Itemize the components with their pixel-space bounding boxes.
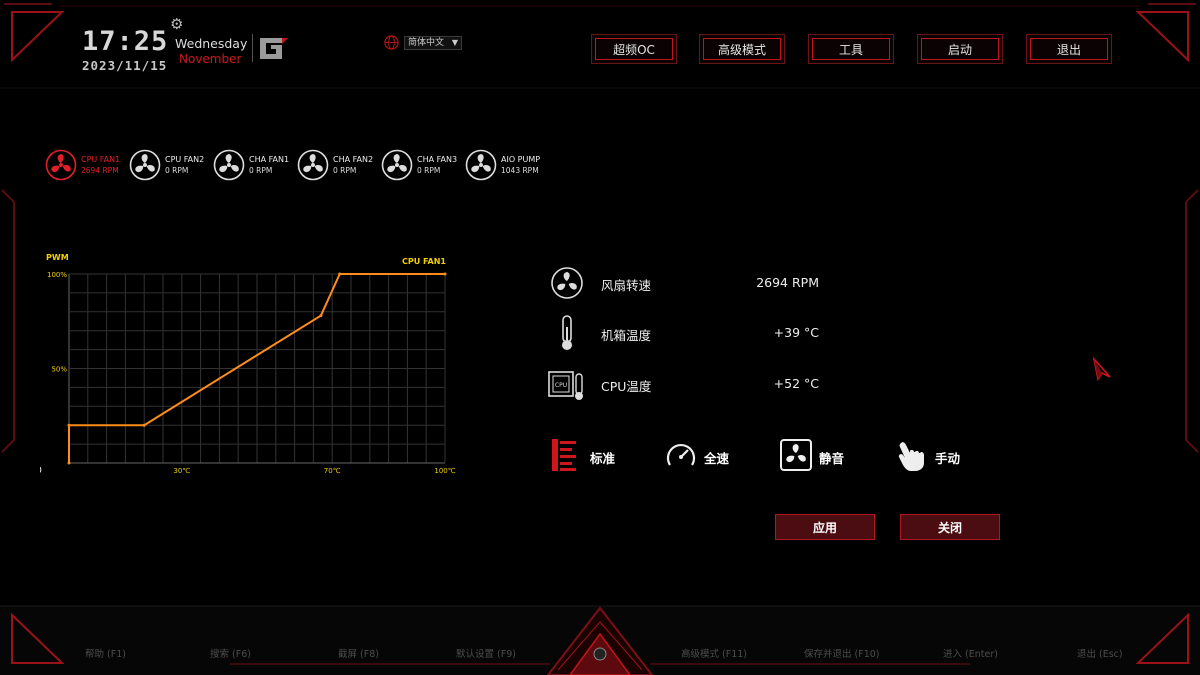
nav-tools-button[interactable]: 工具 (808, 34, 894, 64)
x-tick-label: 30℃ (173, 467, 190, 475)
fan-tab-cha-fan1[interactable]: CHA FAN1 0 RPM (213, 149, 297, 181)
silent-fan-icon (780, 439, 812, 471)
apply-button[interactable]: 应用 (775, 514, 875, 540)
mouse-cursor-icon (1092, 357, 1111, 381)
cpu-temp-icon: CPU (548, 371, 583, 400)
stat-value: +39 °C (773, 325, 819, 340)
stat-value: 2694 RPM (756, 275, 819, 290)
chevron-down-icon: ▼ (451, 37, 458, 47)
fan-curve-point[interactable] (142, 423, 146, 427)
stat-fan-speed: 风扇转速 2694 RPM (545, 263, 835, 303)
fan-name: CHA FAN2 (333, 155, 374, 164)
thermometer-icon (562, 315, 572, 350)
fan-icon (381, 149, 413, 181)
y-tick-label: 100% (47, 271, 67, 279)
fan-curve-point[interactable] (443, 272, 447, 276)
date-display: 2023/11/15 (82, 58, 168, 73)
footer-default-settings[interactable]: 默认设置 (F9) (456, 646, 516, 660)
stat-value: +52 °C (773, 376, 819, 391)
mode-label: 全速 (704, 451, 730, 466)
fan-icon (465, 149, 497, 181)
fan-rpm: 0 RPM (417, 166, 441, 175)
fan-icon (551, 267, 583, 299)
mode-label: 手动 (935, 451, 961, 466)
y-axis-label: PWM (46, 253, 69, 262)
chart-grid (68, 273, 446, 464)
nav-exit-button[interactable]: 退出 (1026, 34, 1112, 64)
standard-mode-icon (552, 439, 576, 471)
x-tick-label: 0 (40, 466, 42, 476)
fan-rpm: 0 RPM (249, 166, 273, 175)
footer-save-exit[interactable]: 保存并退出 (F10) (804, 646, 880, 660)
language-value: 简体中文 (408, 37, 445, 48)
igame-emblem (546, 606, 654, 675)
mode-label: 静音 (819, 451, 845, 466)
fan-curve-point[interactable] (319, 314, 323, 318)
stat-label: 风扇转速 (601, 278, 652, 293)
fan-name: CPU FAN1 (81, 155, 121, 164)
fan-icon (129, 149, 161, 181)
stat-label: CPU温度 (601, 379, 652, 394)
fan-name: CHA FAN3 (417, 155, 458, 164)
y-tick-label: 50% (51, 366, 67, 374)
footer-search[interactable]: 搜索 (F6) (210, 646, 251, 660)
stat-chassis-temp: 机箱温度 +39 °C (545, 313, 835, 353)
chart-ticks: 100% 50% 0 30℃ 70℃ 100℃ (40, 271, 456, 476)
footer-advanced-mode[interactable]: 高级模式 (F11) (681, 646, 747, 660)
fan-tab-aio-pump[interactable]: AIO PUMP 1043 RPM (465, 149, 549, 181)
fan-icon (297, 149, 329, 181)
fan-tab-cha-fan2[interactable]: CHA FAN2 0 RPM (297, 149, 381, 181)
language-dropdown[interactable]: 简体中文 ▼ (404, 35, 462, 50)
fan-tab-cpu-fan1[interactable]: CPU FAN1 2694 RPM (45, 149, 129, 181)
fan-curve-point[interactable] (67, 423, 71, 427)
fan-rpm: 2694 RPM (81, 166, 119, 175)
fan-tab-cha-fan3[interactable]: CHA FAN3 0 RPM (381, 149, 465, 181)
footer-exit[interactable]: 退出 (Esc) (1077, 646, 1123, 660)
fan-rpm: 1043 RPM (501, 166, 539, 175)
globe-icon (384, 35, 399, 50)
footer-enter[interactable]: 进入 (Enter) (943, 646, 998, 660)
fan-icon (45, 149, 77, 181)
hand-icon (898, 442, 924, 471)
gear-icon[interactable]: ⚙ (170, 17, 183, 32)
x-tick-label: 100℃ (434, 467, 455, 475)
x-tick-label: 70℃ (324, 467, 341, 475)
time-display: 17:25 (82, 26, 169, 57)
clock: 17:25 2023/11/15 (82, 26, 169, 74)
footer-help[interactable]: 帮助 (F1) (85, 646, 126, 660)
fan-tab-cpu-fan2[interactable]: CPU FAN2 0 RPM (129, 149, 213, 181)
mode-label: 标准 (590, 451, 616, 466)
fan-name: AIO PUMP (501, 155, 541, 164)
nav-oc-button[interactable]: 超频OC (591, 34, 677, 64)
footer-screenshot[interactable]: 截屏 (F8) (338, 646, 379, 660)
month-label: November (179, 52, 242, 66)
svg-text:CPU: CPU (555, 382, 567, 389)
fan-rpm: 0 RPM (333, 166, 357, 175)
fan-name: CPU FAN2 (165, 155, 205, 164)
fan-icon (213, 149, 245, 181)
weekday-label: Wednesday (175, 36, 248, 51)
language-selector[interactable]: 简体中文 ▼ (384, 35, 462, 50)
close-button[interactable]: 关闭 (900, 514, 1000, 540)
full-speed-icon (666, 444, 696, 466)
fan-curve-chart[interactable]: PWM CPU FAN1 100% 50% 0 30℃ 70℃ 100℃ (40, 245, 470, 485)
fan-curve-point[interactable] (338, 272, 342, 276)
nav-boot-button[interactable]: 启动 (917, 34, 1003, 64)
stat-label: 机箱温度 (601, 328, 652, 343)
chart-series-label: CPU FAN1 (402, 257, 446, 266)
fan-curve-point[interactable] (67, 461, 71, 465)
fan-name: CHA FAN1 (249, 155, 290, 164)
fan-rpm: 0 RPM (165, 166, 189, 175)
stat-cpu-temp: CPU CPU温度 +52 °C (545, 364, 835, 404)
igame-logo (252, 34, 288, 62)
nav-advanced-mode-button[interactable]: 高级模式 (699, 34, 785, 64)
